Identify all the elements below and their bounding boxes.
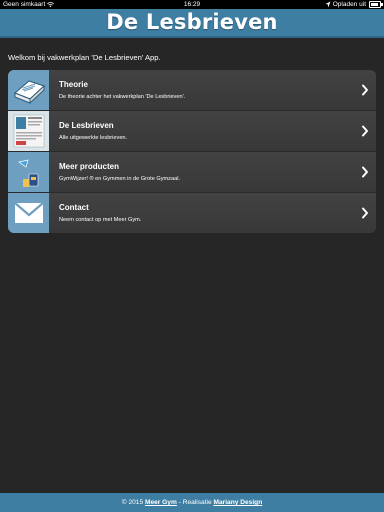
- location-arrow-icon: [325, 1, 331, 8]
- footer-copyright: © 2015: [121, 499, 145, 506]
- menu-item-subtitle: GymWijzer! ® en Gymmen in de Grote Gymza…: [59, 176, 180, 182]
- menu-item-meer-producten[interactable]: Meer producten GymWijzer! ® en Gymmen in…: [8, 152, 376, 193]
- menu-item-title: De Lesbrieven: [59, 121, 114, 130]
- envelope-icon: [8, 193, 49, 233]
- products-icon: [8, 152, 49, 192]
- menu-item-contact[interactable]: Contact Neem contact op met Meer Gym.: [8, 193, 376, 233]
- charging-text: Opladen uit: [332, 1, 366, 8]
- menu-item-subtitle: Alle uitgewerkte lesbrieven.: [59, 135, 128, 141]
- document-icon: [8, 111, 49, 151]
- welcome-text: Welkom bij vakwerkplan 'De Lesbrieven' A…: [8, 53, 161, 62]
- chevron-right-icon: [362, 166, 368, 178]
- chevron-right-icon: [362, 84, 368, 96]
- footer-link-mariany-design[interactable]: Mariany Design: [214, 499, 263, 506]
- menu-item-subtitle: De theorie achter het vakwerkplan 'De Le…: [59, 94, 186, 100]
- chevron-right-icon: [362, 125, 368, 137]
- menu-item-lesbrieven[interactable]: De Lesbrieven Alle uitgewerkte lesbrieve…: [8, 111, 376, 152]
- book-icon: [8, 70, 49, 110]
- footer: © 2015 Meer Gym - Realisatie Mariany Des…: [0, 493, 384, 512]
- battery-icon: [369, 1, 383, 8]
- menu-item-theorie[interactable]: Theorie De theorie achter het vakwerkpla…: [8, 70, 376, 111]
- status-bar: Geen simkaart 16:29 Opladen uit: [0, 0, 384, 9]
- status-right: Opladen uit: [325, 0, 383, 9]
- header-bar: De Lesbrieven: [0, 9, 384, 38]
- menu-list: Theorie De theorie achter het vakwerkpla…: [8, 70, 376, 233]
- menu-item-title: Theorie: [59, 80, 88, 89]
- menu-item-title: Contact: [59, 203, 89, 212]
- page-title: De Lesbrieven: [106, 10, 278, 34]
- footer-realisatie: - Realisatie: [176, 499, 214, 506]
- menu-item-subtitle: Neem contact op met Meer Gym.: [59, 217, 142, 223]
- menu-item-title: Meer producten: [59, 162, 120, 171]
- footer-link-meer-gym[interactable]: Meer Gym: [145, 499, 177, 506]
- chevron-right-icon: [362, 207, 368, 219]
